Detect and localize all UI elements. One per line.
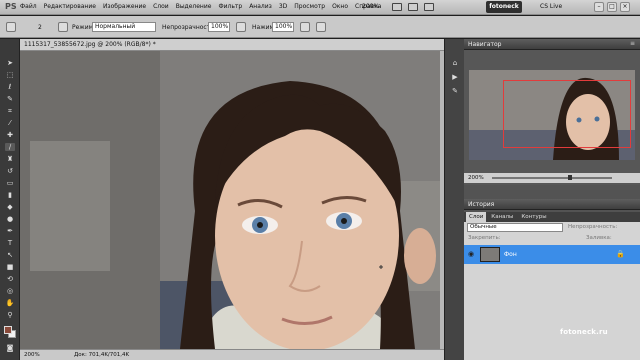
- options-bar: 2 Режим: Нормальный Непрозрачность: 100%…: [0, 16, 640, 38]
- screen-mode-icon[interactable]: [424, 3, 434, 11]
- foreground-color-swatch[interactable]: [4, 326, 12, 334]
- gradient-tool-icon[interactable]: ▮: [5, 191, 15, 199]
- layer-thumbnail: [480, 247, 500, 262]
- lock-icon: 🔒: [616, 250, 625, 258]
- status-doc-size: Док: 701,4K/701,4K: [74, 352, 130, 358]
- navigator-header[interactable]: Навигатор ≡: [464, 39, 640, 50]
- layer-row[interactable]: ◉ Фон 🔒: [464, 245, 640, 264]
- tablet-size-icon[interactable]: [316, 22, 326, 32]
- navigator-view-box[interactable]: [503, 80, 631, 148]
- pressure-field[interactable]: 100%: [272, 22, 294, 32]
- layers-tabs: Слои Каналы Контуры: [464, 212, 640, 222]
- menu-window[interactable]: Окно: [332, 3, 348, 10]
- arrange-documents-icon[interactable]: [408, 3, 418, 11]
- airbrush-icon[interactable]: [300, 22, 310, 32]
- document-title: 1115317_53855672.jpg @ 200% (RGB/8*) *: [24, 41, 156, 48]
- minimize-icon[interactable]: –: [594, 2, 604, 12]
- lasso-tool-icon[interactable]: ℓ: [5, 83, 15, 91]
- type-tool-icon[interactable]: T: [5, 239, 15, 247]
- image-canvas[interactable]: [20, 51, 440, 349]
- eyedropper-tool-icon[interactable]: ⁄: [5, 119, 15, 127]
- panel-menu-icon[interactable]: ≡: [630, 40, 635, 47]
- quick-mask-icon[interactable]: ◙: [5, 344, 15, 352]
- watermark: fotoneck.ru: [560, 328, 608, 336]
- history-header[interactable]: История: [464, 199, 640, 210]
- menu-edit[interactable]: Редактирование: [44, 3, 96, 10]
- view-extras-icon[interactable]: [392, 3, 402, 11]
- maximize-icon[interactable]: □: [607, 2, 617, 12]
- brush-panel-icon[interactable]: ✎: [450, 87, 460, 96]
- menu-items: Файл Редактирование Изображение Слои Выд…: [20, 3, 381, 10]
- document-window: 1115317_53855672.jpg @ 200% (RGB/8*) * 2…: [20, 39, 444, 360]
- quick-select-tool-icon[interactable]: ✎: [5, 95, 15, 103]
- portrait-photo: [20, 51, 440, 349]
- toggle-brush-panel-icon[interactable]: [58, 22, 68, 32]
- tab-layers[interactable]: Слои: [466, 212, 487, 222]
- menu-3d[interactable]: 3D: [279, 3, 287, 10]
- layer-opacity-label: Непрозрачность:: [568, 224, 618, 230]
- move-tool-icon[interactable]: ➤: [5, 59, 15, 67]
- blend-mode-select[interactable]: Обычные: [467, 223, 563, 232]
- pen-tool-icon[interactable]: ✒: [5, 227, 15, 235]
- navigator-zoom-slider[interactable]: [492, 175, 612, 180]
- dodge-tool-icon[interactable]: ●: [5, 215, 15, 223]
- menu-select[interactable]: Выделение: [176, 3, 212, 10]
- 3d-orbit-tool-icon[interactable]: ◎: [5, 287, 15, 295]
- lock-label: Закрепить:: [468, 235, 501, 241]
- history-title: История: [468, 201, 495, 208]
- visibility-eye-icon[interactable]: ◉: [468, 250, 474, 258]
- menu-file[interactable]: Файл: [20, 3, 37, 10]
- navigator-thumbnail[interactable]: [469, 70, 635, 160]
- navigator-body: 200%: [464, 50, 640, 185]
- workspace-button[interactable]: fotoneck: [486, 1, 522, 13]
- 3d-rotate-tool-icon[interactable]: ⟲: [5, 275, 15, 283]
- cs-live-button[interactable]: CS Live: [540, 3, 562, 10]
- history-brush-tool-icon[interactable]: ↺: [5, 167, 15, 175]
- actions-panel-icon[interactable]: ▶: [450, 73, 460, 82]
- document-tab[interactable]: 1115317_53855672.jpg @ 200% (RGB/8*) *: [20, 39, 444, 51]
- tablet-opacity-icon[interactable]: [236, 22, 246, 32]
- color-swatches[interactable]: [4, 326, 16, 338]
- status-bar: 200% Док: 701,4K/701,4K: [20, 349, 444, 360]
- zoom-select[interactable]: 200%: [362, 3, 379, 10]
- menu-image[interactable]: Изображение: [103, 3, 146, 10]
- panel-dock: ⌂ ▶ ✎: [444, 39, 464, 360]
- fill-label: Заливка:: [586, 235, 612, 241]
- crop-tool-icon[interactable]: ⌗: [5, 107, 15, 115]
- slider-thumb[interactable]: [568, 175, 572, 180]
- brush-size[interactable]: 2: [38, 24, 42, 31]
- navigator-title: Навигатор: [468, 41, 502, 48]
- close-icon[interactable]: ×: [620, 2, 630, 12]
- path-select-tool-icon[interactable]: ↖: [5, 251, 15, 259]
- app-logo: PS: [5, 2, 17, 11]
- brush-tool-icon[interactable]: ∕: [5, 143, 15, 151]
- status-zoom[interactable]: 200%: [24, 352, 40, 358]
- tab-paths[interactable]: Контуры: [518, 212, 549, 222]
- eraser-tool-icon[interactable]: ▭: [5, 179, 15, 187]
- menu-analysis[interactable]: Анализ: [249, 3, 272, 10]
- brush-preset-icon[interactable]: [6, 22, 16, 32]
- marquee-tool-icon[interactable]: ⬚: [5, 71, 15, 79]
- zoom-tool-icon[interactable]: ⚲: [5, 311, 15, 319]
- menu-filter[interactable]: Фильтр: [218, 3, 242, 10]
- opacity-field[interactable]: 100%: [208, 22, 230, 32]
- history-panel-icon[interactable]: ⌂: [450, 59, 460, 68]
- mode-select[interactable]: Нормальный: [92, 22, 156, 32]
- menu-view[interactable]: Просмотр: [294, 3, 325, 10]
- layer-name: Фон: [504, 251, 517, 258]
- tab-channels[interactable]: Каналы: [488, 212, 516, 222]
- hand-tool-icon[interactable]: ✋: [5, 299, 15, 307]
- menu-bar: PS Файл Редактирование Изображение Слои …: [0, 0, 640, 15]
- right-panels: Навигатор ≡ 200% История Слои Каналы Кон…: [464, 39, 640, 360]
- layers-panel: Обычные Непрозрачность: Закрепить: Залив…: [464, 222, 640, 360]
- clone-stamp-tool-icon[interactable]: ♜: [5, 155, 15, 163]
- shape-tool-icon[interactable]: ■: [5, 263, 15, 271]
- blur-tool-icon[interactable]: ◆: [5, 203, 15, 211]
- menu-layers[interactable]: Слои: [153, 3, 169, 10]
- healing-brush-tool-icon[interactable]: ✚: [5, 131, 15, 139]
- navigator-zoom-value[interactable]: 200%: [468, 175, 484, 181]
- tools-panel: ➤ ⬚ ℓ ✎ ⌗ ⁄ ✚ ∕ ♜ ↺ ▭ ▮ ◆ ● ✒ T ↖ ■ ⟲ ◎ …: [0, 39, 20, 360]
- navigator-zoom-bar: 200%: [464, 173, 640, 183]
